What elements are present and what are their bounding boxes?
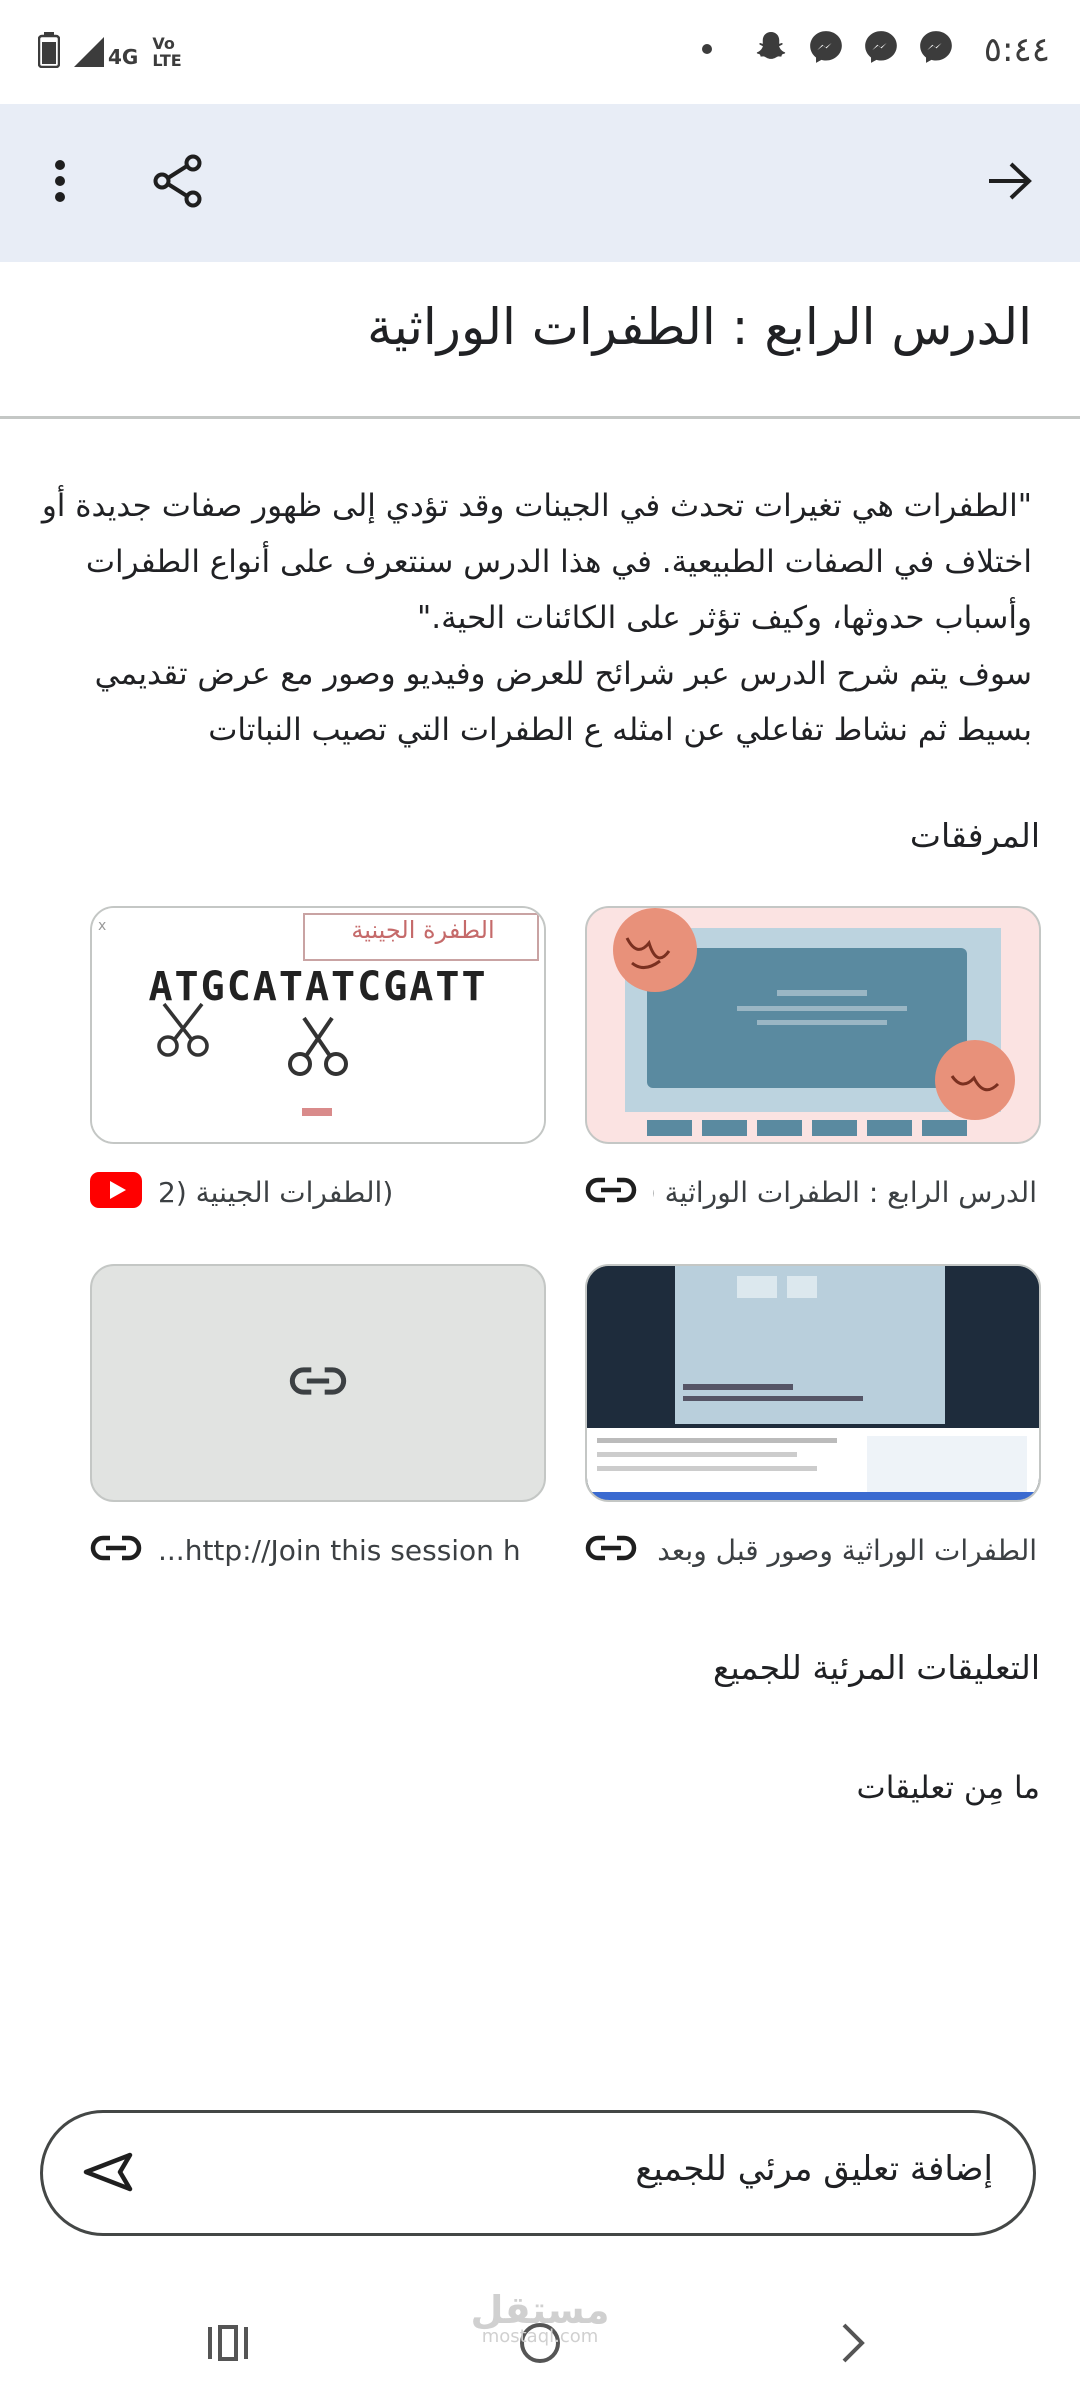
- status-bar: ٥:٤٤ 4G Vo LTE: [0, 0, 1080, 104]
- attachment-thumbnail-link[interactable]: [90, 1264, 546, 1502]
- more-vertical-icon: [53, 159, 67, 207]
- status-time: ٥:٤٤: [983, 30, 1050, 70]
- back-button[interactable]: [970, 143, 1050, 223]
- attachment-label-link[interactable]: ...http://Join this session h: [90, 1528, 542, 1572]
- link-icon: [90, 1534, 142, 1566]
- signal-icon: 4G: [74, 37, 138, 67]
- attachment-label-images[interactable]: الطفرات الوراثية وصور قبل وبعد ...: [585, 1528, 1037, 1572]
- send-button[interactable]: [77, 2143, 139, 2205]
- attachment-label-video[interactable]: (الطفرات الجينية (2: [90, 1170, 542, 1214]
- attachment-thumbnail-slides[interactable]: [585, 906, 1041, 1144]
- description-line: اختلاف في الصفات الطبيعية. في هذا الدرس …: [85, 544, 1032, 580]
- back-chevron-icon: [838, 2321, 868, 2369]
- messenger-icon: [917, 28, 955, 66]
- no-comments-text: ما مِن تعليقات: [856, 1770, 1040, 1806]
- attachment-title: (الطفرات الجينية (2: [158, 1175, 394, 1209]
- description-line: وأسباب حدوثها، وكيف تؤثر على الكائنات ال…: [417, 600, 1032, 636]
- attachment-title: ...http://Join this session h: [158, 1533, 521, 1567]
- description-line: سوف يتم شرح الدرس عبر شرائح للعرض وفيديو…: [94, 656, 1032, 692]
- description-line: "الطفرات هي تغيرات تحدث في الجينات وقد ت…: [41, 488, 1032, 524]
- youtube-icon: [90, 1172, 142, 1212]
- attachments-heading: المرفقات: [909, 816, 1040, 855]
- attachment-title: الدرس الرابع : الطفرات الوراثية (...: [653, 1175, 1037, 1209]
- comments-heading: التعليقات المرئية للجميع: [712, 1648, 1040, 1687]
- more-options-button[interactable]: [20, 143, 100, 223]
- recents-button[interactable]: [193, 2310, 263, 2380]
- page-title: الدرس الرابع : الطفرات الوراثية: [367, 298, 1032, 356]
- thumbnail-banner: الطفرة الجينية: [351, 916, 495, 944]
- snapchat-icon: [752, 28, 790, 66]
- recents-icon: [206, 2323, 250, 2367]
- link-icon: [585, 1534, 637, 1566]
- attachment-thumbnail-video[interactable]: x الطفرة الجينية ATGCATATCGATT: [90, 906, 546, 1144]
- send-icon: [82, 2152, 134, 2196]
- status-left-cluster: 4G Vo LTE: [37, 32, 192, 72]
- messenger-icon: [862, 28, 900, 66]
- watermark: مستقل mostaql.com: [470, 2288, 610, 2347]
- link-icon: [585, 1176, 637, 1208]
- share-button[interactable]: [138, 143, 218, 223]
- dot-icon: [702, 44, 712, 54]
- watermark-en: mostaql.com: [481, 2326, 599, 2347]
- description-line: بسيط ثم نشاط تفاعلي عن امثله ع الطفرات ا…: [208, 712, 1032, 748]
- share-icon: [153, 154, 203, 212]
- comment-placeholder: إضافة تعليق مرئي للجميع: [635, 2149, 993, 2189]
- thumbnail-sequence: ATGCATATCGATT: [148, 964, 488, 1010]
- link-icon: [289, 1365, 347, 1401]
- arrow-right-icon: [987, 161, 1033, 205]
- attachment-thumbnail-images[interactable]: [585, 1264, 1041, 1502]
- comment-input[interactable]: إضافة تعليق مرئي للجميع: [40, 2110, 1036, 2236]
- messenger-icon: [807, 28, 845, 66]
- svg-text:x: x: [98, 918, 106, 934]
- attachment-title: الطفرات الوراثية وصور قبل وبعد ...: [653, 1533, 1037, 1567]
- attachment-label-slides[interactable]: الدرس الرابع : الطفرات الوراثية (...: [585, 1170, 1037, 1214]
- title-divider: [0, 416, 1080, 419]
- app-bar: [0, 104, 1080, 262]
- system-back-button[interactable]: [818, 2310, 888, 2380]
- network-type: 4G: [108, 45, 139, 69]
- battery-icon: [37, 32, 61, 72]
- lesson-description: "الطفرات هي تغيرات تحدث في الجينات وقد ت…: [41, 478, 1032, 758]
- volte-icon: Vo LTE: [152, 34, 182, 70]
